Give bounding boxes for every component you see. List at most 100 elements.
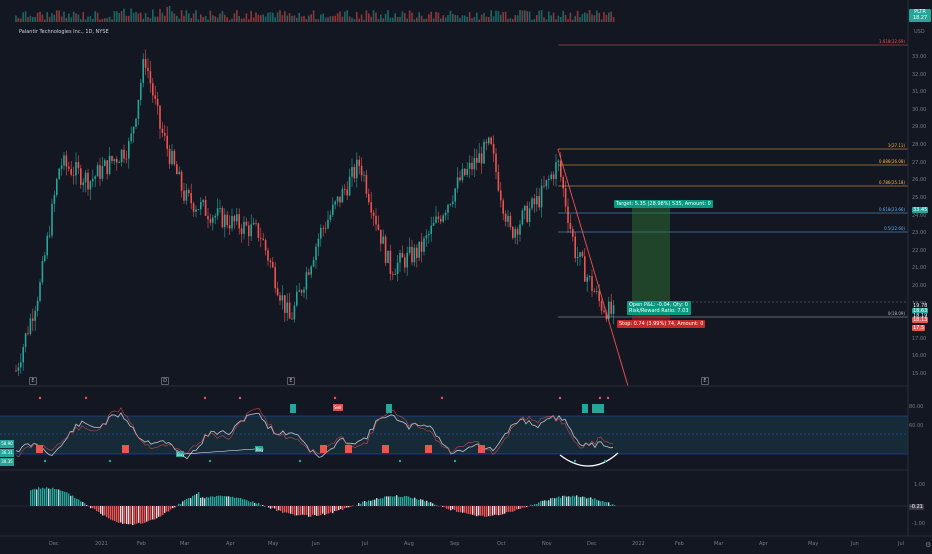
time-tick: Sep <box>450 541 459 547</box>
macd-bar <box>150 506 151 520</box>
volume-bar <box>154 17 156 22</box>
macd-bar <box>532 505 533 506</box>
candle-body <box>373 213 375 216</box>
candle-body <box>310 266 312 274</box>
time-tick: Apr <box>759 541 768 547</box>
macd-bar <box>222 496 223 506</box>
macd-bar <box>152 506 153 520</box>
macd-bar <box>278 506 279 510</box>
volume-bar <box>387 10 389 22</box>
header-price-value: 18.27 <box>913 15 927 21</box>
earnings-event-icon[interactable]: E <box>29 377 37 385</box>
macd-bar <box>82 502 83 506</box>
macd-bar <box>74 498 75 506</box>
candle-body <box>159 106 161 129</box>
volume-bar <box>584 13 586 22</box>
macd-bar <box>572 496 573 506</box>
candle-body <box>181 172 183 191</box>
signal-flag <box>582 404 588 413</box>
osc-value-tag: 30.35 <box>0 458 14 466</box>
candle-body <box>25 333 27 347</box>
time-tick: Dec <box>49 541 59 547</box>
candle-body <box>464 169 466 175</box>
macd-bar <box>62 491 63 506</box>
candle-body <box>308 272 310 274</box>
dividend-event-icon[interactable]: D <box>161 377 169 385</box>
candle-body <box>390 251 392 274</box>
macd-bar <box>476 506 477 516</box>
macd-bar <box>58 490 59 506</box>
candle-body <box>452 202 454 204</box>
macd-bar <box>232 497 233 506</box>
macd-bar <box>84 503 85 506</box>
candle-body <box>382 237 384 244</box>
candle-body <box>66 155 68 166</box>
volume-bar <box>34 17 36 22</box>
candle-body <box>42 261 44 282</box>
macd-bar <box>80 501 81 506</box>
candle-body <box>402 253 404 258</box>
candle-body <box>90 181 92 189</box>
volume-bar <box>97 13 99 22</box>
price-tag: 17.5 <box>912 325 925 331</box>
chart-window[interactable]: SellSellBuyBuy Palantir Technologies Inc… <box>0 0 932 550</box>
macd-bar <box>248 501 249 506</box>
volume-bar <box>222 11 224 22</box>
chart-canvas[interactable]: SellSellBuyBuy <box>0 0 932 550</box>
candle-body <box>226 215 228 225</box>
candle-body <box>109 156 111 174</box>
macd-bar <box>596 500 597 506</box>
volume-bar <box>606 15 608 22</box>
candle-body <box>301 290 303 292</box>
macd-bar <box>536 504 537 506</box>
macd-bar <box>326 506 327 514</box>
macd-bar <box>254 503 255 506</box>
macd-bar <box>54 489 55 506</box>
volume-bar <box>543 17 545 22</box>
price-candles <box>15 49 614 376</box>
sell-dot <box>204 397 206 399</box>
volume-bar <box>337 13 339 22</box>
earnings-event-icon[interactable]: E <box>287 377 295 385</box>
gear-icon[interactable]: ⚙ <box>925 541 931 549</box>
macd-bar <box>298 506 299 515</box>
earnings-event-icon[interactable]: E <box>701 377 709 385</box>
volume-bar <box>217 18 219 22</box>
volume-bar <box>409 10 411 22</box>
volume-bar <box>366 10 368 22</box>
volume-bar <box>507 19 509 22</box>
volume-bar <box>524 10 526 22</box>
macd-bar <box>530 505 531 506</box>
macd-bar <box>286 506 287 513</box>
volume-bar <box>140 13 142 22</box>
macd-bar <box>236 498 237 506</box>
candle-body <box>421 242 423 252</box>
macd-bar <box>400 497 401 506</box>
candle-body <box>255 223 257 224</box>
macd-bar <box>478 506 479 515</box>
candle-body <box>414 248 416 263</box>
volume-bar <box>104 18 106 22</box>
fib-level-label: 0.618(23.66) <box>879 207 905 212</box>
currency-label: USD <box>914 29 925 35</box>
volume-bar <box>445 18 447 22</box>
candle-body <box>63 155 65 165</box>
candle-body <box>44 255 46 261</box>
volume-bar <box>66 18 68 22</box>
volume-bar <box>428 14 430 22</box>
candle-body <box>570 223 572 229</box>
volume-bar <box>399 17 401 22</box>
price-tick: 32.00 <box>912 72 926 78</box>
macd-bar <box>36 489 37 506</box>
volume-bar <box>224 15 226 22</box>
price-tick: 28.00 <box>912 142 926 148</box>
volume-bar <box>226 17 228 22</box>
macd-bar <box>218 496 219 506</box>
macd-bar <box>406 496 407 506</box>
macd-bar <box>318 506 319 516</box>
macd-bar <box>76 499 77 506</box>
macd-bar <box>516 506 517 509</box>
candle-body <box>366 175 368 194</box>
volume-bar <box>368 13 370 22</box>
candle-body <box>262 239 264 240</box>
